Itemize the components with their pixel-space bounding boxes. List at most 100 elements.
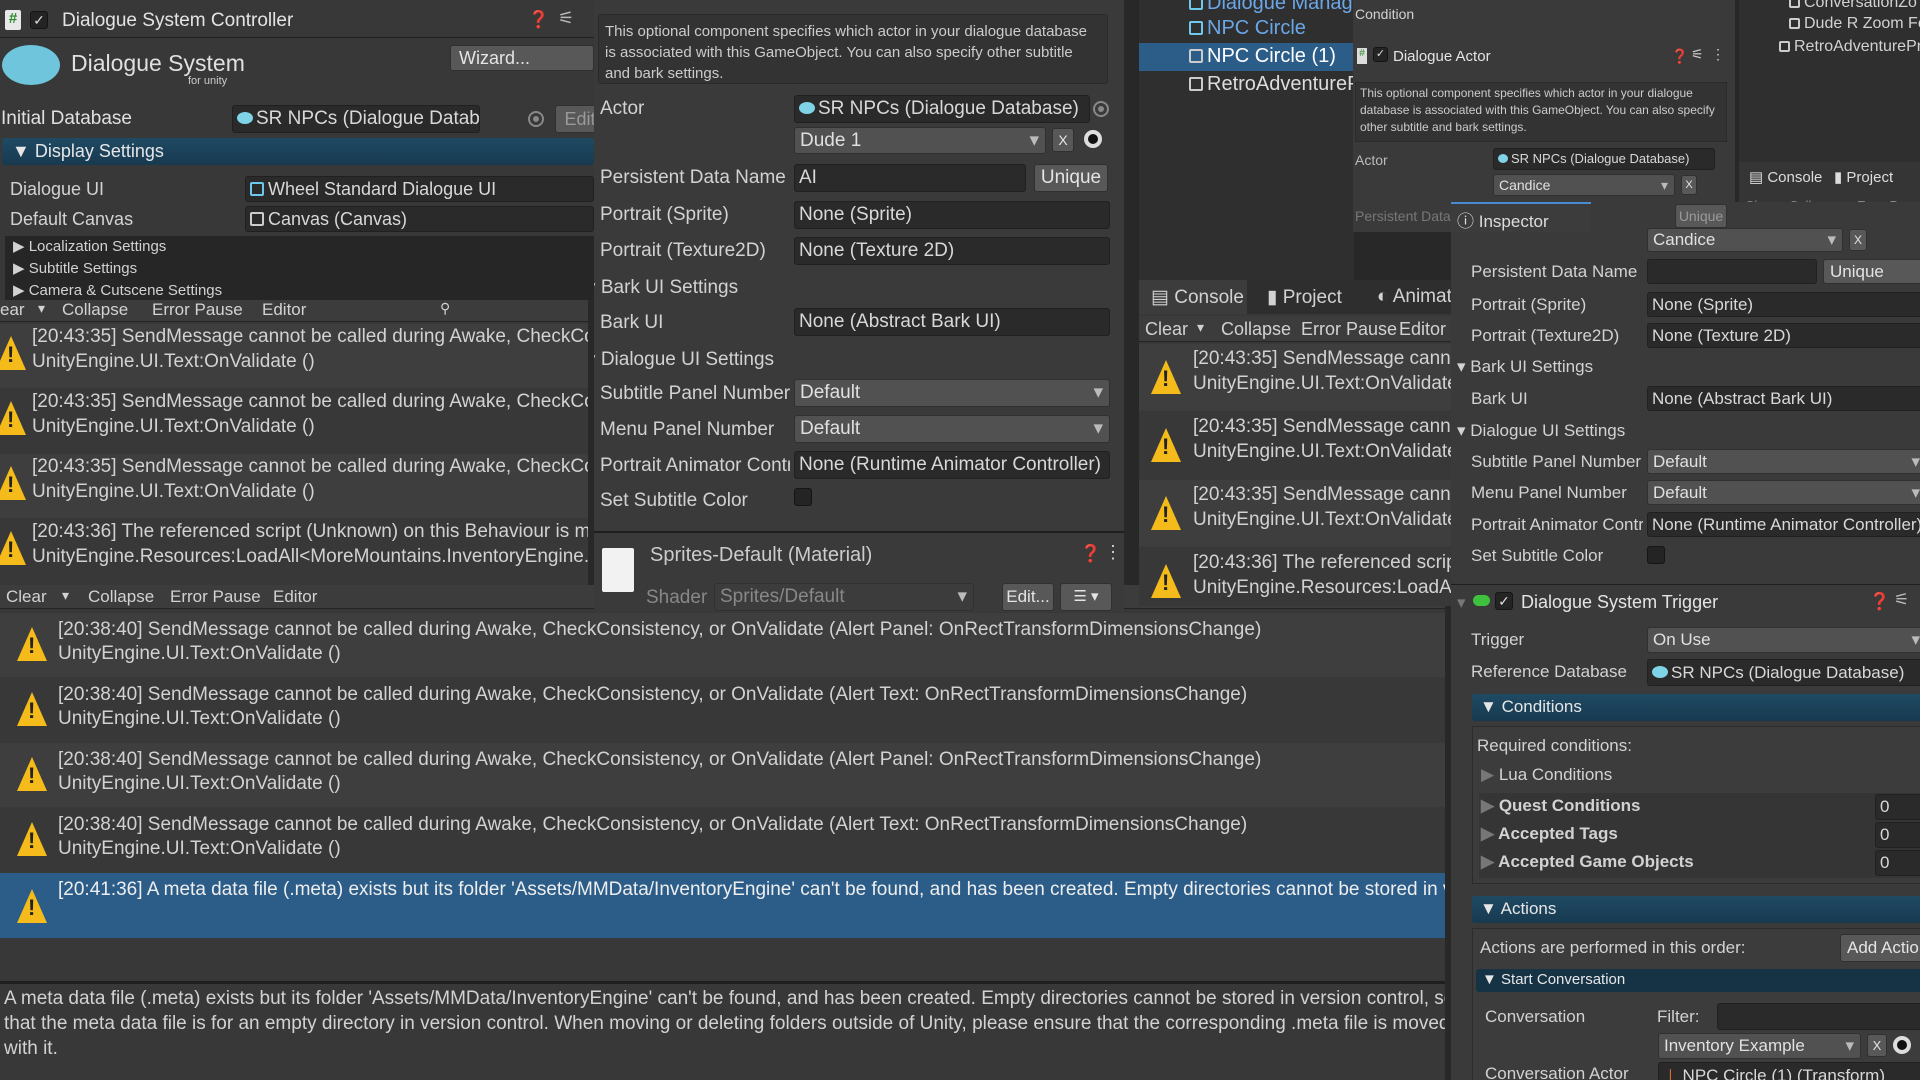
- tab-project[interactable]: ▮ Project: [1267, 286, 1342, 309]
- help-icon[interactable]: ❓: [528, 10, 549, 30]
- clear-button[interactable]: Clear: [1145, 319, 1188, 340]
- error-pause-button[interactable]: Error Pause: [170, 587, 261, 607]
- tab-inspector[interactable]: ⓘ Inspector: [1457, 207, 1549, 232]
- menu-panel-number-dropdown[interactable]: Default: [794, 415, 1110, 443]
- editor-dropdown[interactable]: Editor: [262, 300, 306, 320]
- object-picker-icon[interactable]: [528, 111, 544, 127]
- accepted-tags-count[interactable]: 0: [1875, 822, 1920, 848]
- bark-ui-settings-foldout[interactable]: ▾ Bark UI Settings: [594, 276, 738, 299]
- clear-dropdown-icon[interactable]: ▾: [38, 300, 45, 317]
- tab-project[interactable]: ▮ Project: [1834, 168, 1893, 186]
- edit-button[interactable]: Edit: [555, 105, 594, 133]
- shader-dropdown[interactable]: Sprites/Default: [714, 583, 974, 611]
- preset-icon[interactable]: ⚟: [1691, 46, 1704, 63]
- editor-dropdown[interactable]: Editor: [1399, 319, 1446, 340]
- quest-conditions-count[interactable]: 0: [1875, 794, 1920, 820]
- bark-ui-field[interactable]: None (Abstract Bark UI): [1647, 386, 1920, 411]
- bark-ui-field[interactable]: None (Abstract Bark UI): [794, 308, 1110, 336]
- actor-database-field[interactable]: SR NPCs (Dialogue Database): [794, 95, 1090, 123]
- default-canvas-field[interactable]: Canvas (Canvas): [245, 206, 594, 232]
- clear-conversation-button[interactable]: X: [1867, 1034, 1887, 1057]
- editor-dropdown[interactable]: Editor: [273, 587, 317, 607]
- log-row-selected[interactable]: [20:41:36] A meta data file (.meta) exis…: [0, 873, 1445, 938]
- accepted-tags-foldout[interactable]: ▶ Accepted Tags: [1481, 824, 1618, 844]
- set-subtitle-color-checkbox[interactable]: [794, 488, 812, 506]
- hierarchy-item[interactable]: Dude R Zoom Fo: [1789, 15, 1920, 33]
- portrait-animator-field[interactable]: None (Runtime Animator Controller): [794, 451, 1110, 479]
- collapse-component-icon[interactable]: ▾: [1457, 593, 1466, 613]
- unique-button[interactable]: Unique: [1675, 204, 1727, 228]
- reference-database-field[interactable]: SR NPCs (Dialogue Database): [1647, 659, 1920, 686]
- accepted-game-objects-foldout[interactable]: ▶ Accepted Game Objects: [1481, 852, 1694, 872]
- hierarchy-item[interactable]: Dialogue Manager: [1189, 0, 1354, 15]
- help-icon[interactable]: ❓: [1869, 592, 1890, 612]
- clear-actor-button[interactable]: X: [1849, 229, 1867, 251]
- record-icon[interactable]: [1084, 130, 1102, 148]
- log-row[interactable]: [20:43:35] SendMessage cannot b UnityEngi…: [1139, 480, 1451, 547]
- log-row[interactable]: [20:38:40] SendMessage cannot be called …: [0, 808, 1445, 872]
- clear-dropdown-icon[interactable]: ▾: [62, 587, 69, 604]
- start-conversation-foldout[interactable]: ▼ Start Conversation: [1476, 969, 1920, 992]
- portrait-sprite-field[interactable]: None (Sprite): [794, 201, 1110, 229]
- add-action-button[interactable]: Add Action: [1840, 934, 1920, 962]
- unique-button[interactable]: Unique: [1823, 259, 1920, 284]
- shader-options-button[interactable]: ☰ ▾: [1060, 583, 1112, 611]
- search-icon[interactable]: ⚲: [440, 300, 450, 317]
- dialogue-ui-settings-foldout[interactable]: ▾ Dialogue UI Settings: [594, 348, 774, 371]
- subtitle-panel-number-dropdown[interactable]: Default: [794, 379, 1110, 407]
- conditions-foldout[interactable]: ▼ Conditions: [1472, 694, 1920, 721]
- actor-dropdown[interactable]: Candice: [1493, 174, 1675, 196]
- persistent-data-name-input[interactable]: [1647, 259, 1817, 284]
- conversation-dropdown[interactable]: Inventory Example: [1658, 1033, 1861, 1059]
- log-row[interactable]: [20:43:35] SendMessage cannot be called …: [0, 324, 588, 388]
- camera-cutscene-settings-foldout[interactable]: ▶ Camera & Cutscene Settings: [5, 280, 594, 300]
- log-row[interactable]: [20:38:40] SendMessage cannot be called …: [0, 678, 1445, 742]
- actor-database-field[interactable]: SR NPCs (Dialogue Database): [1493, 148, 1715, 170]
- accepted-game-objects-count[interactable]: 0: [1875, 850, 1920, 876]
- actions-foldout[interactable]: ▼ Actions: [1472, 896, 1920, 923]
- error-pause-button[interactable]: Error Pause: [152, 300, 243, 320]
- persistent-data-name-input[interactable]: AI: [794, 164, 1026, 192]
- localization-settings-foldout[interactable]: ▶ Localization Settings: [5, 236, 594, 258]
- log-row[interactable]: [20:43:35] SendMessage cannot b UnityEngi…: [1139, 344, 1451, 411]
- portrait-texture-field[interactable]: None (Texture 2D): [794, 237, 1110, 265]
- help-icon[interactable]: ❓: [1080, 544, 1101, 564]
- clear-dropdown-icon[interactable]: ▾: [1197, 319, 1204, 336]
- dialogue-ui-settings-foldout[interactable]: ▾ Dialogue UI Settings: [1457, 421, 1625, 441]
- hierarchy-item[interactable]: RetroAdventurePro: [1779, 38, 1920, 56]
- enabled-checkbox[interactable]: ✓: [1373, 47, 1388, 62]
- subtitle-settings-foldout[interactable]: ▶ Subtitle Settings: [5, 258, 594, 280]
- display-settings-foldout[interactable]: ▼ Display Settings: [2, 138, 594, 165]
- dialogue-ui-field[interactable]: Wheel Standard Dialogue UI: [245, 176, 594, 202]
- log-row[interactable]: [20:38:40] SendMessage cannot be called …: [0, 743, 1445, 807]
- conversation-filter-input[interactable]: [1717, 1003, 1920, 1030]
- quest-conditions-foldout[interactable]: ▶ Quest Conditions: [1481, 796, 1640, 816]
- subtitle-panel-number-dropdown[interactable]: Default: [1647, 449, 1920, 474]
- record-icon[interactable]: [1893, 1036, 1911, 1054]
- clear-actor-button[interactable]: X: [1681, 175, 1697, 195]
- portrait-animator-field[interactable]: None (Runtime Animator Controller): [1647, 512, 1920, 537]
- enabled-checkbox[interactable]: ✓: [30, 11, 48, 29]
- collapse-button[interactable]: Collapse: [1221, 319, 1291, 340]
- wizard-button[interactable]: Wizard...: [450, 45, 594, 71]
- hierarchy-item[interactable]: ConversationZo: [1789, 0, 1917, 12]
- unique-button[interactable]: Unique: [1034, 164, 1108, 192]
- hierarchy-item[interactable]: NPC Circle: [1189, 17, 1306, 40]
- hierarchy-item-selected[interactable]: NPC Circle (1): [1189, 45, 1336, 68]
- tab-animator[interactable]: ◐ Animat: [1377, 286, 1451, 308]
- divider[interactable]: [0, 981, 1445, 984]
- actor-dropdown[interactable]: Candice: [1647, 228, 1843, 252]
- log-row[interactable]: [20:43:36] The referenced script (U Unity…: [1139, 548, 1451, 606]
- more-options-icon[interactable]: ⋮: [1711, 46, 1725, 63]
- hierarchy-item[interactable]: RetroAdventureP: [1189, 73, 1354, 96]
- bark-ui-settings-foldout[interactable]: ▾ Bark UI Settings: [1457, 357, 1593, 377]
- collapse-button[interactable]: Collapse: [62, 300, 128, 320]
- set-subtitle-color-checkbox[interactable]: [1647, 546, 1665, 564]
- preset-icon[interactable]: ⚟: [1894, 590, 1909, 610]
- log-row[interactable]: [20:43:35] SendMessage cannot be called …: [0, 454, 588, 518]
- object-picker-icon[interactable]: [1093, 101, 1109, 117]
- preset-icon[interactable]: ⚟: [558, 8, 574, 29]
- enabled-checkbox[interactable]: ✓: [1495, 592, 1513, 610]
- tab-console[interactable]: ▤ Console: [1151, 286, 1244, 309]
- more-options-icon[interactable]: ⋮: [1104, 542, 1122, 563]
